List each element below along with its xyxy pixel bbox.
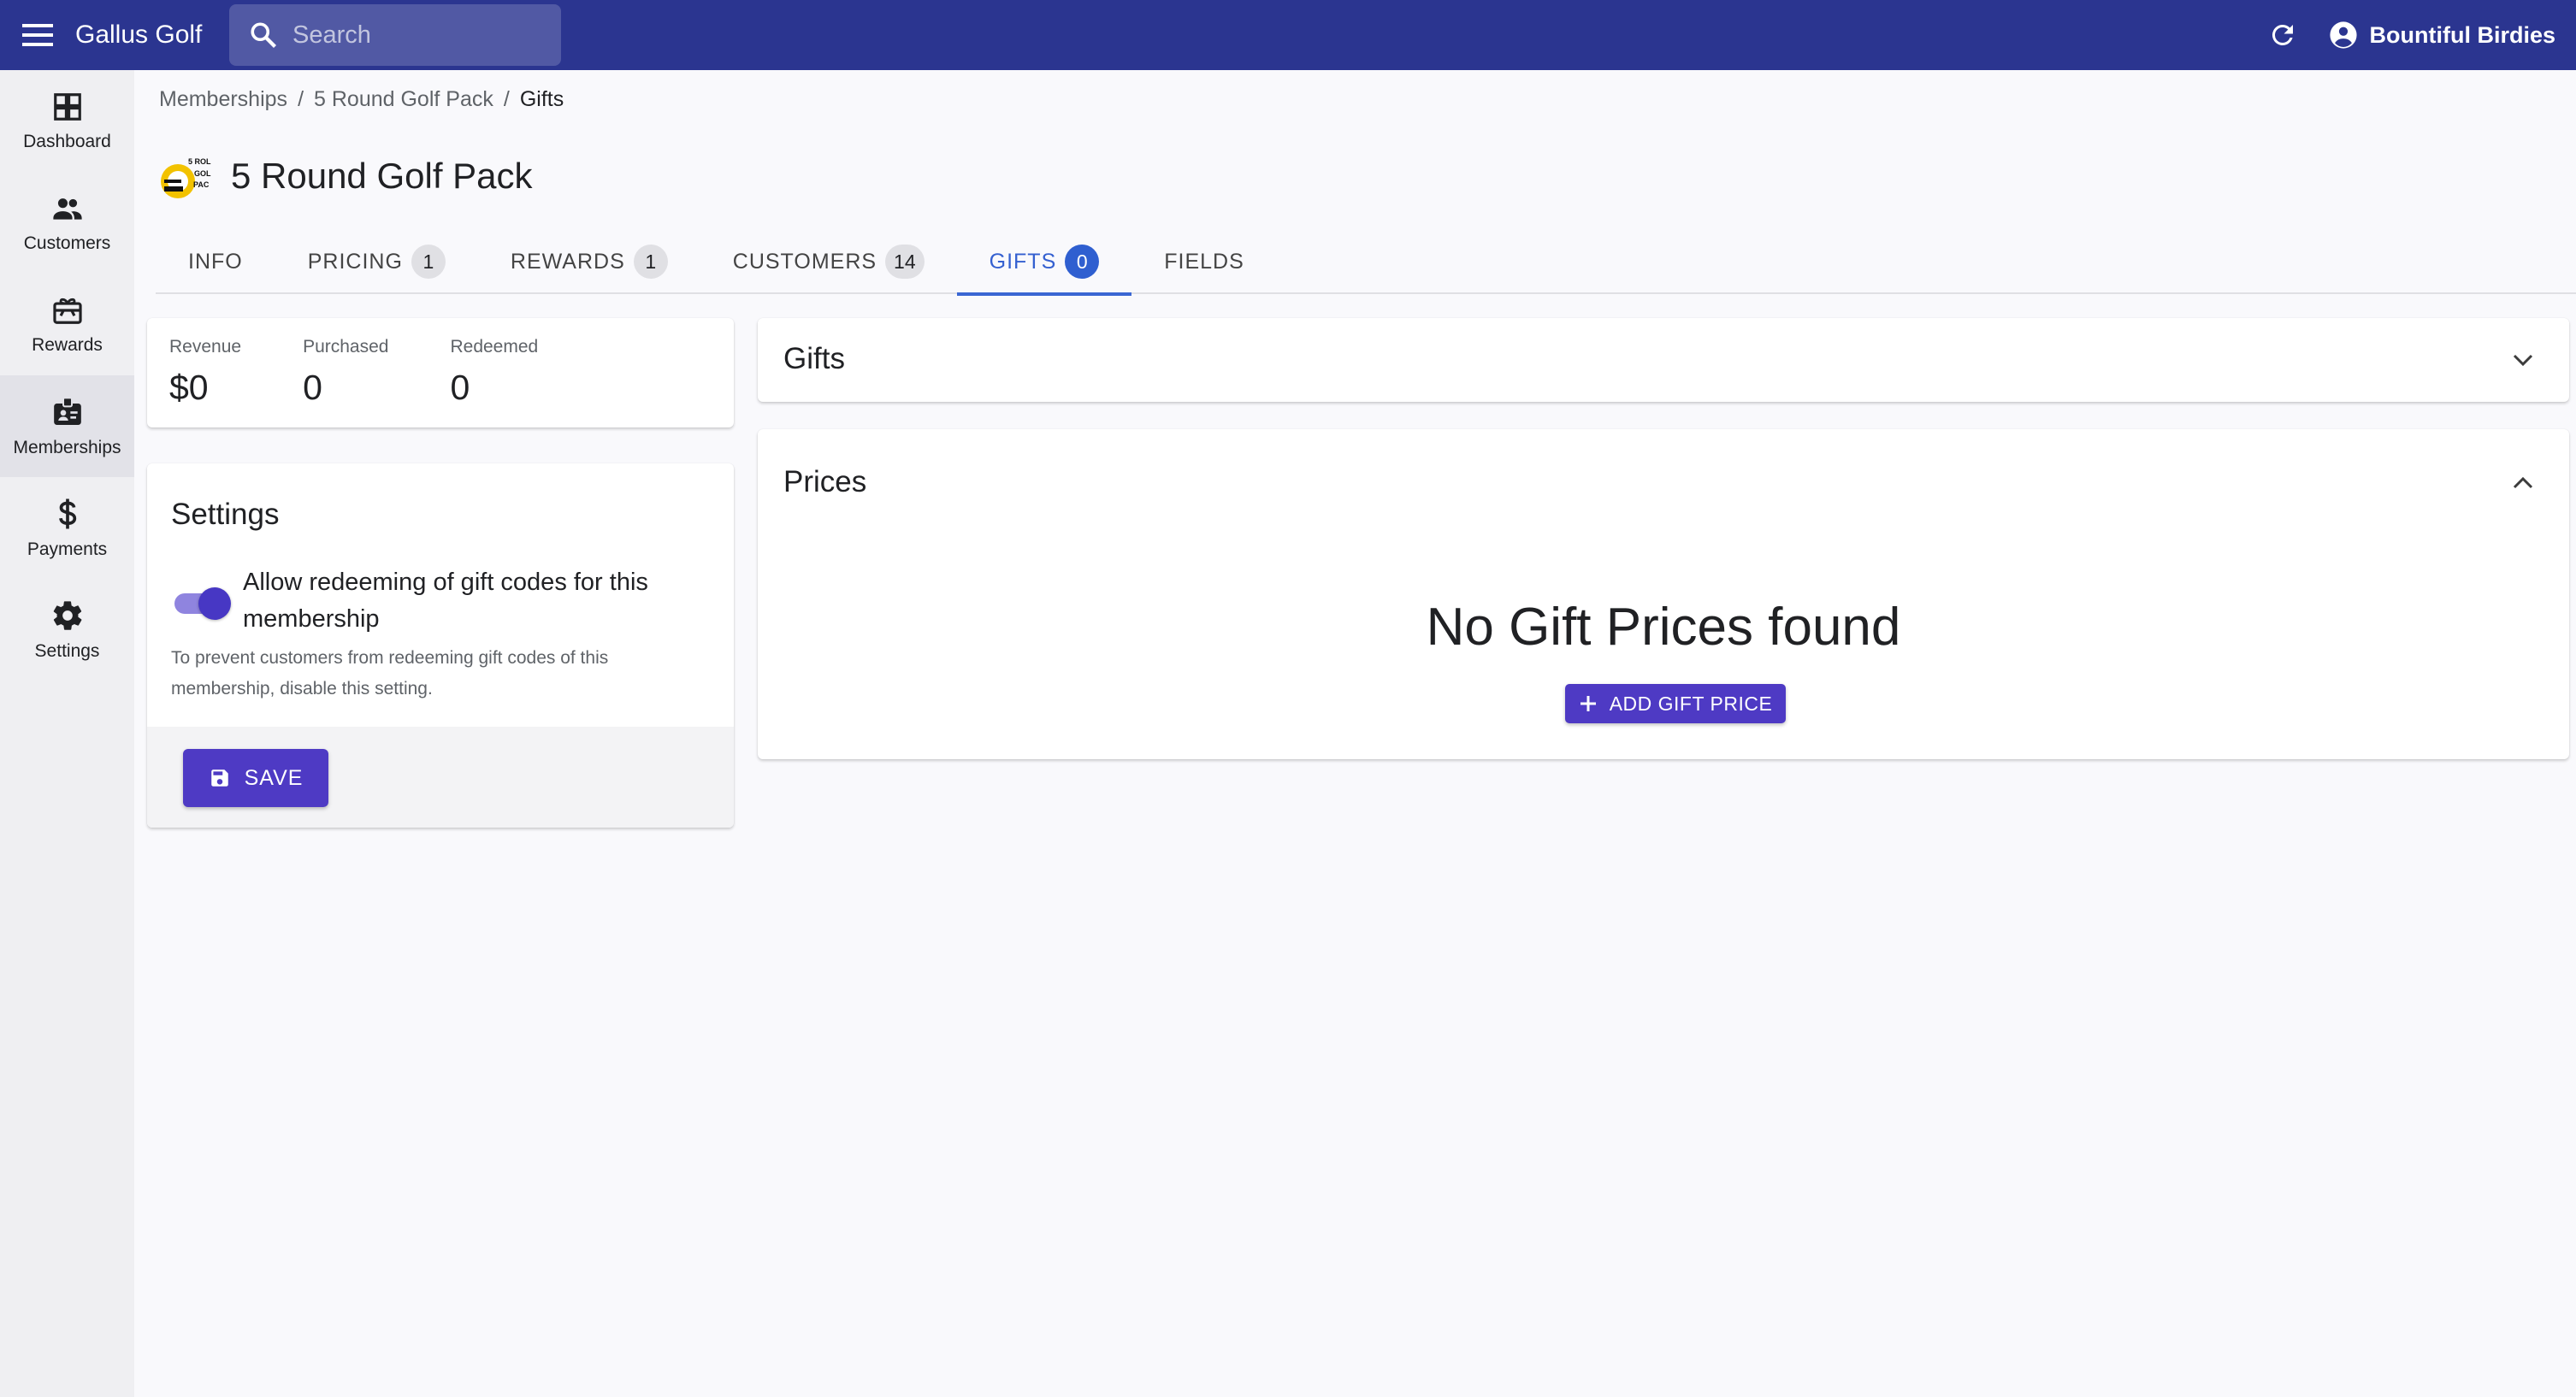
save-icon bbox=[210, 769, 228, 787]
account-menu[interactable]: Bountiful Birdies bbox=[2329, 21, 2556, 50]
tab-bar: INFO PRICING 1 REWARDS 1 CUSTOMERS 14 GI… bbox=[156, 229, 2576, 296]
tab-label: GIFTS bbox=[989, 249, 1057, 274]
sidebar: Dashboard Customers Rewards Memberships … bbox=[0, 70, 134, 1397]
tab-customers[interactable]: CUSTOMERS 14 bbox=[700, 229, 957, 294]
chevron-up-icon bbox=[2513, 476, 2533, 489]
settings-title: Settings bbox=[171, 498, 280, 531]
refresh-icon bbox=[2272, 24, 2293, 45]
add-gift-price-button[interactable]: ADD GIFT PRICE bbox=[1565, 684, 1786, 723]
sidebar-item-label: Payments bbox=[27, 539, 108, 559]
page-header: 5 ROL GOL PAC 5 Round Golf Pack bbox=[159, 147, 533, 205]
sidebar-item-settings[interactable]: Settings bbox=[0, 579, 134, 681]
prices-accordion: Prices No Gift Prices found ADD GIFT PRI… bbox=[758, 429, 2569, 759]
sidebar-item-label: Dashboard bbox=[23, 131, 111, 151]
stat-redeemed: Redeemed 0 bbox=[450, 337, 538, 427]
tab-info[interactable]: INFO bbox=[156, 229, 275, 294]
expand-button[interactable] bbox=[2506, 343, 2540, 377]
sidebar-item-payments[interactable]: Payments bbox=[0, 477, 134, 579]
accordion-title: Prices bbox=[783, 465, 867, 498]
breadcrumb-link-memberships[interactable]: Memberships bbox=[159, 87, 287, 112]
membership-badge-icon bbox=[53, 396, 81, 425]
search-input[interactable] bbox=[292, 21, 549, 50]
refresh-button[interactable] bbox=[2257, 9, 2308, 61]
count-badge: 1 bbox=[411, 245, 446, 279]
app-title: Gallus Golf bbox=[75, 21, 203, 49]
logo-text-line-2: GOL bbox=[194, 169, 211, 178]
collapse-button[interactable] bbox=[2506, 466, 2540, 500]
dashboard-icon bbox=[53, 92, 81, 121]
membership-logo: 5 ROL GOL PAC bbox=[159, 147, 219, 205]
gift-card-icon bbox=[52, 298, 82, 324]
sidebar-item-memberships[interactable]: Memberships bbox=[0, 375, 134, 477]
add-gift-price-label: ADD GIFT PRICE bbox=[1609, 692, 1773, 715]
breadcrumb-separator: / bbox=[503, 87, 510, 111]
dollar-icon bbox=[58, 498, 76, 528]
settings-card: Settings Allow redeeming of gift codes f… bbox=[147, 463, 734, 828]
breadcrumb: Memberships / 5 Round Golf Pack / Gifts bbox=[159, 87, 564, 112]
account-name: Bountiful Birdies bbox=[2369, 21, 2556, 48]
sidebar-item-label: Customers bbox=[23, 233, 111, 253]
account-circle-icon bbox=[2329, 21, 2357, 49]
breadcrumb-current: Gifts bbox=[519, 87, 564, 111]
tab-label: REWARDS bbox=[510, 249, 625, 274]
stat-label: Revenue bbox=[169, 337, 242, 357]
search-box[interactable] bbox=[229, 4, 561, 66]
save-button[interactable]: SAVE bbox=[183, 749, 328, 807]
page-title: 5 Round Golf Pack bbox=[231, 156, 533, 196]
tab-pricing[interactable]: PRICING 1 bbox=[275, 229, 478, 294]
people-icon bbox=[52, 197, 82, 220]
tab-label: FIELDS bbox=[1164, 249, 1244, 274]
tab-gifts[interactable]: GIFTS 0 bbox=[956, 229, 1132, 296]
gifts-accordion[interactable]: Gifts bbox=[758, 318, 2569, 402]
count-badge: 0 bbox=[1065, 245, 1100, 279]
gift-redeem-toggle[interactable] bbox=[171, 585, 231, 620]
stat-label: Purchased bbox=[303, 337, 389, 357]
tab-label: CUSTOMERS bbox=[732, 249, 877, 274]
toggle-thumb bbox=[198, 587, 231, 620]
chevron-down-icon bbox=[2513, 354, 2533, 367]
sidebar-item-label: Settings bbox=[34, 640, 100, 661]
sidebar-item-dashboard[interactable]: Dashboard bbox=[0, 70, 134, 172]
toggle-helper-text: To prevent customers from redeeming gift… bbox=[171, 648, 609, 698]
sidebar-item-label: Rewards bbox=[32, 334, 103, 355]
logo-text-line-3: PAC bbox=[193, 180, 210, 189]
count-badge: 14 bbox=[885, 245, 925, 279]
settings-footer: SAVE bbox=[147, 727, 734, 828]
stat-revenue: Revenue $0 bbox=[169, 337, 241, 427]
stat-value: $0 bbox=[169, 368, 209, 407]
sidebar-item-rewards[interactable]: Rewards bbox=[0, 274, 134, 375]
sidebar-item-customers[interactable]: Customers bbox=[0, 172, 134, 274]
tab-fields[interactable]: FIELDS bbox=[1131, 229, 1277, 294]
breadcrumb-link-membership[interactable]: 5 Round Golf Pack bbox=[314, 87, 493, 112]
plus-icon bbox=[1580, 696, 1596, 711]
stat-value: 0 bbox=[450, 368, 470, 407]
stat-label: Redeemed bbox=[450, 337, 539, 357]
search-icon bbox=[251, 22, 276, 48]
menu-button[interactable] bbox=[0, 0, 75, 70]
tab-label: PRICING bbox=[307, 249, 403, 274]
save-button-label: SAVE bbox=[244, 765, 304, 790]
tab-label: INFO bbox=[188, 249, 243, 274]
accordion-title: Gifts bbox=[783, 342, 845, 375]
tab-rewards[interactable]: REWARDS 1 bbox=[478, 229, 700, 294]
breadcrumb-separator: / bbox=[298, 87, 304, 111]
gift-redeem-toggle-row: Allow redeeming of gift codes for this m… bbox=[171, 564, 705, 638]
toggle-label: Allow redeeming of gift codes for this m… bbox=[243, 569, 648, 633]
empty-state-message: No Gift Prices found bbox=[1426, 598, 1901, 657]
logo-text-line-1: 5 ROL bbox=[188, 157, 211, 166]
stat-purchased: Purchased 0 bbox=[303, 337, 388, 427]
count-badge: 1 bbox=[633, 245, 668, 279]
hamburger-menu-icon bbox=[22, 24, 53, 46]
app-bar: Gallus Golf Bountiful Birdies bbox=[0, 0, 2576, 70]
gear-icon bbox=[53, 600, 81, 630]
sidebar-item-label: Memberships bbox=[13, 437, 121, 457]
stats-card: Revenue $0 Purchased 0 Redeemed 0 bbox=[147, 318, 734, 427]
stat-value: 0 bbox=[303, 368, 322, 407]
